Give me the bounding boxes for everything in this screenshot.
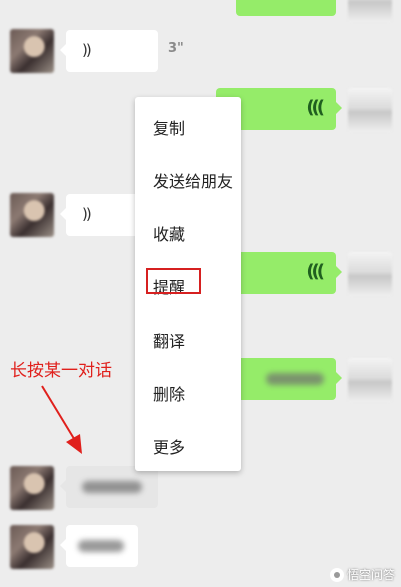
contact-avatar[interactable] — [10, 193, 54, 237]
voice-icon: )) — [82, 205, 92, 223]
voice-message-bubble[interactable]: )) — [60, 30, 158, 72]
blurred-text — [266, 373, 324, 385]
contact-avatar[interactable] — [10, 466, 54, 510]
my-avatar[interactable] — [348, 358, 392, 402]
menu-item-send-to-friend[interactable]: 发送给朋友 — [153, 168, 233, 192]
contact-avatar[interactable] — [10, 525, 54, 569]
wukong-logo-icon — [329, 567, 344, 582]
arrow-icon — [41, 385, 82, 454]
menu-item-favorite[interactable]: 收藏 — [153, 221, 185, 245]
blurred-text — [78, 540, 124, 552]
menu-item-copy[interactable]: 复制 — [153, 115, 185, 139]
sent-message-bubble[interactable] — [236, 0, 336, 16]
voice-icon: )) — [82, 41, 92, 59]
voice-icon: ((( — [306, 261, 325, 282]
menu-item-more[interactable]: 更多 — [153, 434, 185, 458]
menu-item-translate[interactable]: 翻译 — [153, 328, 185, 352]
voice-duration: 3" — [168, 41, 184, 56]
contact-avatar[interactable] — [10, 29, 54, 73]
watermark-text: 悟空问答 — [346, 568, 395, 582]
my-avatar[interactable] — [348, 0, 392, 22]
watermark: 悟空问答 — [329, 566, 395, 583]
menu-item-delete[interactable]: 删除 — [153, 381, 185, 405]
blurred-text — [82, 481, 142, 493]
my-avatar[interactable] — [348, 88, 392, 132]
voice-icon: ((( — [306, 97, 325, 118]
my-avatar[interactable] — [348, 252, 392, 296]
highlight-box — [146, 268, 201, 294]
pressed-message-bubble[interactable] — [60, 466, 158, 508]
received-text-bubble[interactable] — [60, 525, 138, 567]
context-menu: 复制 发送给朋友 收藏 提醒 翻译 删除 更多 — [135, 97, 241, 471]
annotation-text: 长按某一对话 — [10, 361, 112, 381]
